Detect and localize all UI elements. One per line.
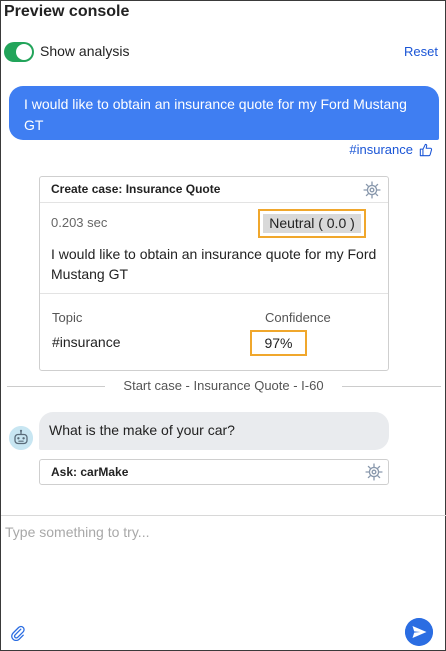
toggle-label: Show analysis [40,43,130,59]
case-divider-text: Start case - Insurance Quote - I-60 [123,378,324,393]
show-analysis-toggle[interactable] [4,42,34,62]
topic-tag-link[interactable]: #insurance [349,142,413,157]
analyzed-text: I would like to obtain an insurance quot… [51,246,377,282]
sentiment-highlight: Neutral ( 0.0 ) [258,209,366,238]
ask-label: Ask: carMake [51,465,129,479]
thumbs-up-icon[interactable] [419,143,433,157]
chat-input[interactable] [5,521,441,543]
ask-card: Ask: carMake [39,459,389,485]
card-divider [40,293,388,294]
page-title: Preview console [4,3,130,20]
input-divider [1,515,446,516]
paperclip-icon[interactable] [10,625,26,641]
reset-button[interactable]: Reset [404,44,438,59]
send-icon[interactable] [405,618,433,646]
user-message-bubble: I would like to obtain an insurance quot… [9,86,439,140]
message-tag-row: #insurance [349,142,433,157]
create-case-label: Create case: Insurance Quote [51,182,221,196]
analysis-card-header: Create case: Insurance Quote [40,177,388,203]
preview-console-panel: Preview console Show analysis Reset I wo… [0,0,446,651]
confidence-column-header: Confidence [265,310,331,325]
bot-message-bubble: What is the make of your car? [39,412,389,450]
toggle-knob [16,44,32,60]
topic-value: #insurance [52,334,121,350]
divider-line-left [7,386,105,387]
analysis-card: Create case: Insurance Quote 0.203 sec N… [39,176,389,371]
bot-icon [9,426,33,450]
gear-icon[interactable] [364,462,384,482]
topic-column-header: Topic [52,310,83,325]
response-time: 0.203 sec [51,215,108,230]
divider-line-right [342,386,441,387]
confidence-value: 97% [250,330,307,356]
sentiment-badge: Neutral ( 0.0 ) [263,214,361,233]
gear-icon[interactable] [362,180,382,200]
